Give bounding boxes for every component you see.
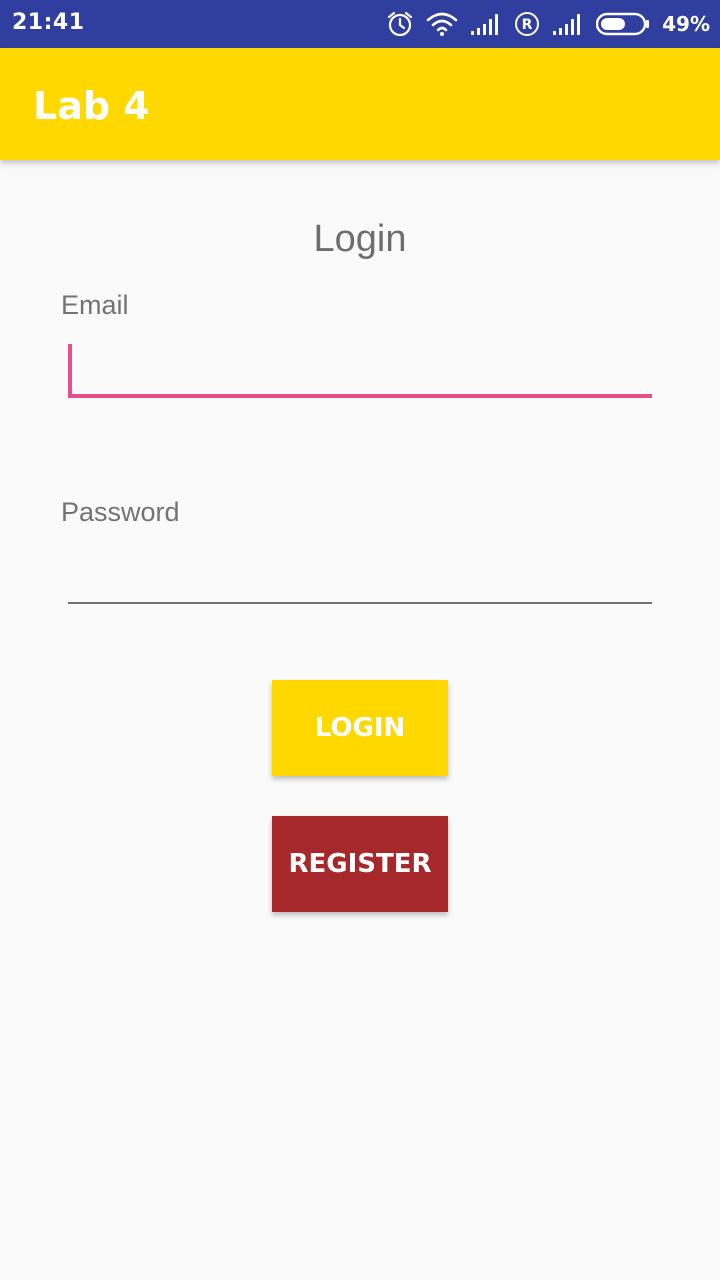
wifi-icon [426, 11, 458, 37]
email-field[interactable] [68, 342, 652, 398]
register-button[interactable]: REGISTER [272, 816, 448, 912]
email-label: Email [61, 290, 129, 320]
login-button[interactable]: LOGIN [272, 680, 448, 776]
text-cursor [68, 344, 72, 394]
status-bar: 21:41 R 49% [0, 0, 720, 48]
battery-icon [596, 12, 650, 36]
password-field[interactable] [68, 548, 652, 604]
login-heading: Login [313, 218, 407, 260]
alarm-icon [386, 10, 414, 38]
status-icons: R 49% [386, 0, 710, 48]
status-time: 21:41 [12, 10, 85, 35]
app-bar: Lab 4 [0, 48, 720, 160]
app-title: Lab 4 [33, 84, 150, 128]
password-label: Password [61, 497, 180, 527]
signal-icon [470, 12, 502, 36]
battery-percent: 49% [662, 12, 710, 36]
svg-text:R: R [522, 17, 533, 33]
signal-icon [552, 12, 584, 36]
roaming-icon: R [514, 11, 540, 37]
